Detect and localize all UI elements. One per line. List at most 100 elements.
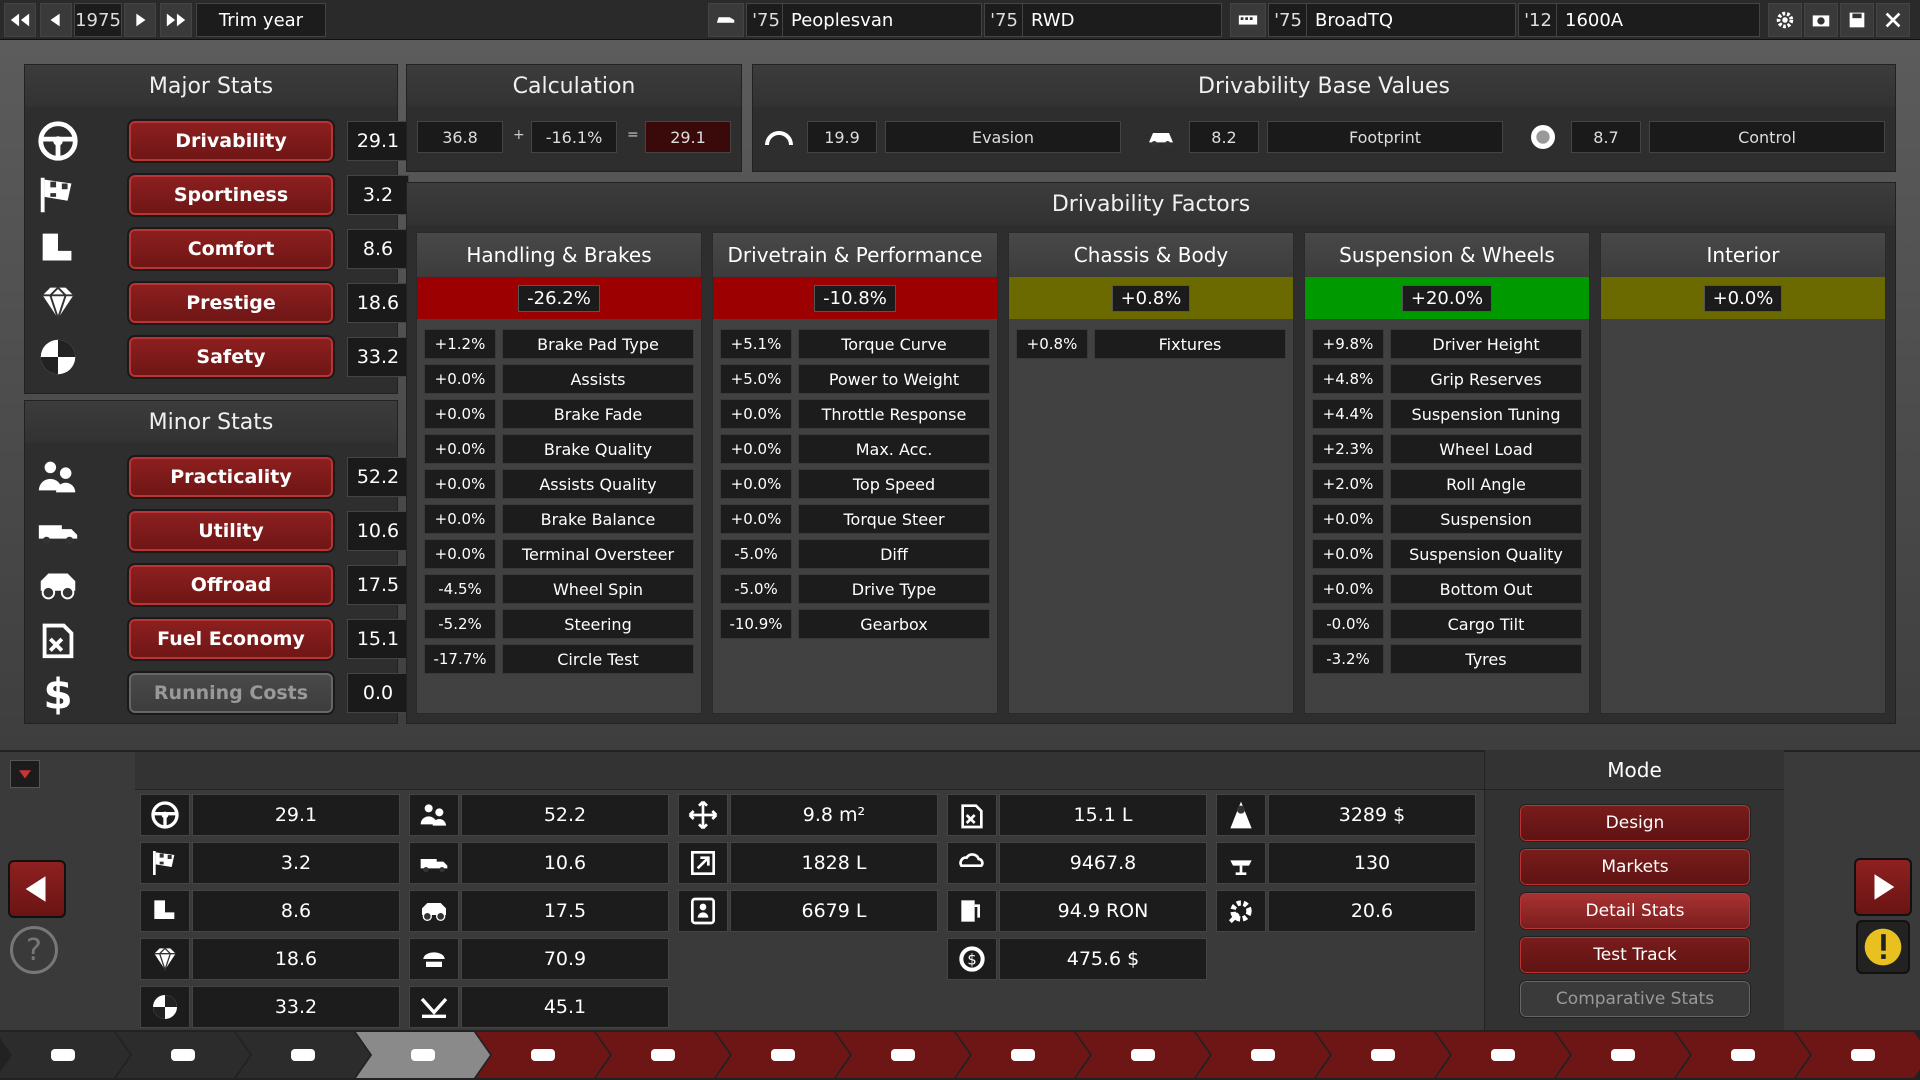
factor-row[interactable]: +0.0% Terminal Oversteer [424, 539, 694, 569]
calc-equals: = [627, 127, 639, 143]
factor-row[interactable]: +0.0% Brake Balance [424, 504, 694, 534]
aero-icon[interactable] [1196, 1032, 1330, 1078]
engine-block-icon[interactable] [116, 1032, 250, 1078]
factor-row[interactable]: -5.0% Diff [720, 539, 990, 569]
gearbox-icon[interactable] [236, 1032, 370, 1078]
drivability-button[interactable]: Drivability [127, 119, 335, 163]
diamond-icon [140, 938, 190, 980]
markets-button[interactable]: Markets [1519, 848, 1751, 886]
safety-button[interactable]: Safety [127, 335, 335, 379]
factor-row[interactable]: -4.5% Wheel Spin [424, 574, 694, 604]
factor-percent: +0.0% [424, 504, 496, 534]
test-track-button[interactable]: Test Track [1519, 936, 1751, 974]
factor-row[interactable]: +4.4% Suspension Tuning [1312, 399, 1582, 429]
factor-row[interactable]: +0.0% Brake Quality [424, 434, 694, 464]
factor-column-title: Handling & Brakes [417, 233, 701, 277]
body-icon[interactable] [356, 1032, 490, 1078]
interior-icon[interactable] [596, 1032, 730, 1078]
suspension-icon[interactable] [716, 1032, 850, 1078]
factor-row[interactable]: +0.0% Suspension [1312, 504, 1582, 534]
prestige-button[interactable]: Prestige [127, 281, 335, 325]
factor-name: Assists [502, 364, 694, 394]
factor-column-drivetrain-performance: Drivetrain & Performance -10.8% +5.1% Torqu… [712, 232, 998, 714]
fuel-economy-button[interactable]: Fuel Economy [127, 617, 335, 661]
factor-percent: +0.0% [1312, 539, 1384, 569]
brakes-icon[interactable] [836, 1032, 970, 1078]
factor-row[interactable]: +0.0% Assists [424, 364, 694, 394]
factor-percent: -5.0% [720, 539, 792, 569]
factor-percent: +4.8% [1312, 364, 1384, 394]
factor-row[interactable]: +0.0% Torque Steer [720, 504, 990, 534]
prev-year-icon[interactable] [40, 3, 72, 37]
practicality-button[interactable]: Practicality [127, 455, 335, 499]
car-body-icon[interactable] [708, 3, 744, 37]
mode-panel: Mode Design Markets Detail Stats Test Tr… [1484, 750, 1784, 1030]
factor-row[interactable]: +0.8% Fixtures [1016, 329, 1286, 359]
fast-forward-icon[interactable] [160, 3, 192, 37]
factor-row[interactable]: -0.0% Cargo Tilt [1312, 609, 1582, 639]
offroad-button[interactable]: Offroad [127, 563, 335, 607]
previous-arrow-button[interactable] [8, 860, 66, 918]
detail-stats-button[interactable]: Detail Stats [1519, 892, 1751, 930]
factor-row[interactable]: +2.0% Roll Angle [1312, 469, 1582, 499]
factor-row[interactable]: +1.2% Brake Pad Type [424, 329, 694, 359]
summary-value: 1828 L [730, 842, 938, 884]
drivetrain-icon[interactable] [1316, 1032, 1450, 1078]
factor-row[interactable]: +9.8% Driver Height [1312, 329, 1582, 359]
warning-icon[interactable] [1856, 920, 1910, 974]
factor-row[interactable]: -10.9% Gearbox [720, 609, 990, 639]
factor-percent: +2.3% [1312, 434, 1384, 464]
factor-row[interactable]: +0.0% Throttle Response [720, 399, 990, 429]
wheels-icon[interactable] [956, 1032, 1090, 1078]
design-button[interactable]: Design [1519, 804, 1751, 842]
finish-icon[interactable] [1796, 1032, 1920, 1078]
collapse-icon[interactable] [10, 760, 40, 788]
factor-row[interactable]: +0.0% Suspension Quality [1312, 539, 1582, 569]
factor-row[interactable]: +0.0% Bottom Out [1312, 574, 1582, 604]
factor-row[interactable]: -5.2% Steering [424, 609, 694, 639]
drive-type[interactable]: RWD [1022, 3, 1222, 37]
factor-row[interactable]: +5.0% Power to Weight [720, 364, 990, 394]
running-costs-button[interactable]: Running Costs [127, 671, 335, 715]
factor-row[interactable]: +5.1% Torque Curve [720, 329, 990, 359]
factor-row[interactable]: +2.3% Wheel Load [1312, 434, 1582, 464]
factor-row[interactable]: +0.0% Brake Fade [424, 399, 694, 429]
save-icon[interactable] [1840, 3, 1874, 37]
summary-value: 45.1 [461, 986, 669, 1028]
factor-row[interactable]: +0.0% Assists Quality [424, 469, 694, 499]
factor-row[interactable]: -3.2% Tyres [1312, 644, 1582, 674]
factor-row[interactable]: -5.0% Drive Type [720, 574, 990, 604]
factor-name: Brake Fade [502, 399, 694, 429]
engine-name[interactable]: BroadTQ [1306, 3, 1516, 37]
variant-name[interactable]: 1600A [1556, 3, 1760, 37]
comparative-stats-button[interactable]: Comparative Stats [1519, 980, 1751, 1018]
offroad-value: 17.5 [347, 565, 409, 605]
utility-button[interactable]: Utility [127, 509, 335, 553]
next-year-icon[interactable] [124, 3, 156, 37]
camera-icon[interactable] [1804, 3, 1838, 37]
help-icon[interactable]: ? [10, 926, 58, 974]
model-name[interactable]: Peoplesvan [782, 3, 982, 37]
engine-icon[interactable] [1230, 3, 1266, 37]
factor-row[interactable]: +4.8% Grip Reserves [1312, 364, 1582, 394]
rewind-icon[interactable] [4, 3, 36, 37]
factor-percent: +0.0% [720, 399, 792, 429]
trim-year-button[interactable]: Trim year [196, 3, 326, 37]
factor-name: Tyres [1390, 644, 1582, 674]
tuning-icon[interactable] [1556, 1032, 1690, 1078]
testing-icon[interactable] [1676, 1032, 1810, 1078]
factor-row[interactable]: -17.7% Circle Test [424, 644, 694, 674]
next-arrow-button[interactable] [1854, 858, 1912, 916]
comfort-button[interactable]: Comfort [127, 227, 335, 271]
fixtures-icon[interactable] [476, 1032, 610, 1078]
rims-icon[interactable] [1076, 1032, 1210, 1078]
close-icon[interactable] [1876, 3, 1910, 37]
sportiness-button[interactable]: Sportiness [127, 173, 335, 217]
bottom-navigation [0, 1030, 1920, 1080]
car-model-icon[interactable] [0, 1032, 130, 1078]
factor-row[interactable]: +0.0% Max. Acc. [720, 434, 990, 464]
safety-icon[interactable] [1436, 1032, 1570, 1078]
factor-total-bar: +20.0% [1305, 277, 1589, 319]
settings-icon[interactable] [1768, 3, 1802, 37]
factor-row[interactable]: +0.0% Top Speed [720, 469, 990, 499]
